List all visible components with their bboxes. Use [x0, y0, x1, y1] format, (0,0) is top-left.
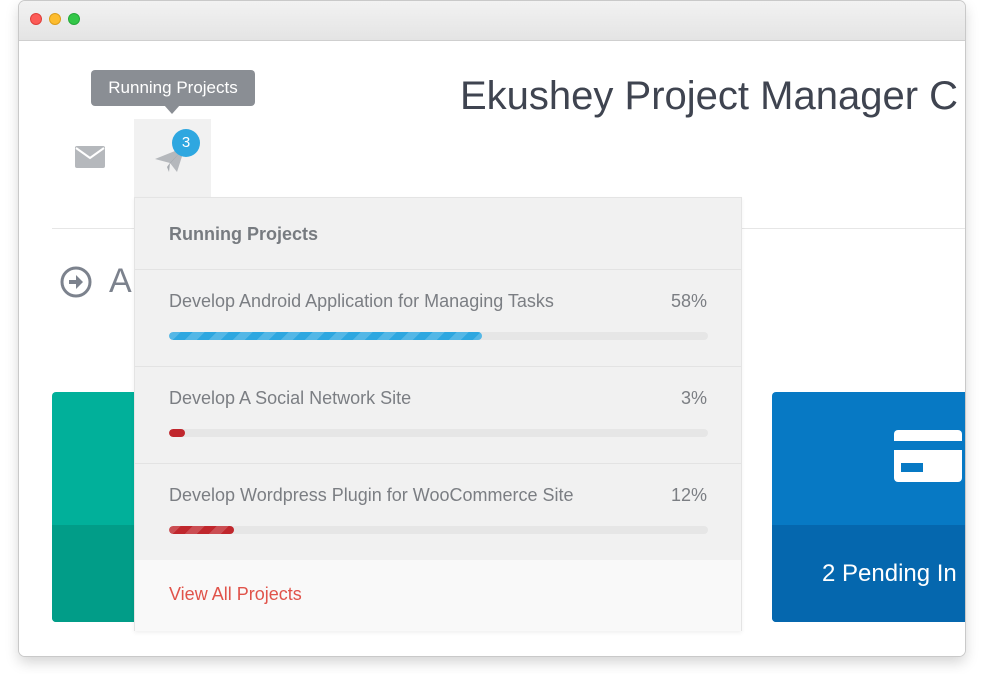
- pending-card-label: 2 Pending In: [822, 560, 957, 587]
- stat-card-green[interactable]: [52, 392, 142, 622]
- progress-bar: [169, 526, 708, 534]
- project-item[interactable]: Develop Android Application for Managing…: [135, 270, 741, 367]
- close-window-button[interactable]: [30, 13, 42, 25]
- project-percent: 12%: [670, 485, 707, 505]
- progress-bar-fill: [169, 332, 482, 340]
- section-title: A: [109, 262, 132, 300]
- minimize-window-button[interactable]: [49, 13, 61, 25]
- progress-bar-fill: [169, 429, 186, 437]
- stat-card-pending-footer: 2 Pending In: [772, 525, 965, 622]
- project-item[interactable]: Develop Wordpress Plugin for WooCommerce…: [135, 464, 741, 561]
- progress-bar: [169, 429, 708, 437]
- running-projects-tab[interactable]: 3: [134, 119, 211, 197]
- notification-badge: 3: [172, 129, 200, 157]
- running-projects-dropdown: Running Projects Develop Android Applica…: [134, 197, 742, 631]
- page-viewport: Ekushey Project Manager C 3 Running Proj…: [19, 42, 965, 656]
- mail-icon[interactable]: [75, 146, 105, 168]
- dropdown-footer: View All Projects: [135, 560, 741, 631]
- progress-bar: [169, 332, 708, 340]
- dropdown-header: Running Projects: [135, 198, 741, 270]
- view-all-projects-link[interactable]: View All Projects: [169, 584, 302, 605]
- maximize-window-button[interactable]: [68, 13, 80, 25]
- tooltip-arrow: [164, 105, 180, 114]
- project-name: Develop A Social Network Site: [169, 388, 412, 408]
- project-name: Develop Wordpress Plugin for WooCommerce…: [169, 485, 574, 505]
- stat-card-pending[interactable]: 2 Pending In: [772, 392, 965, 622]
- tooltip: Running Projects: [91, 70, 255, 106]
- project-item[interactable]: Develop A Social Network Site 3%: [135, 367, 741, 464]
- page-title: Ekushey Project Manager C: [460, 74, 959, 118]
- project-name: Develop Android Application for Managing…: [169, 291, 554, 311]
- progress-bar-fill: [169, 526, 234, 534]
- window-titlebar: [19, 1, 965, 41]
- project-percent: 58%: [670, 291, 707, 311]
- browser-window: Ekushey Project Manager C 3 Running Proj…: [19, 1, 965, 656]
- credit-card-icon: [894, 430, 962, 482]
- project-percent: 3%: [680, 388, 707, 408]
- dropdown-header-label: Running Projects: [169, 224, 319, 244]
- arrow-circle-right-icon: [60, 266, 92, 298]
- stat-card-green-footer: [52, 525, 142, 622]
